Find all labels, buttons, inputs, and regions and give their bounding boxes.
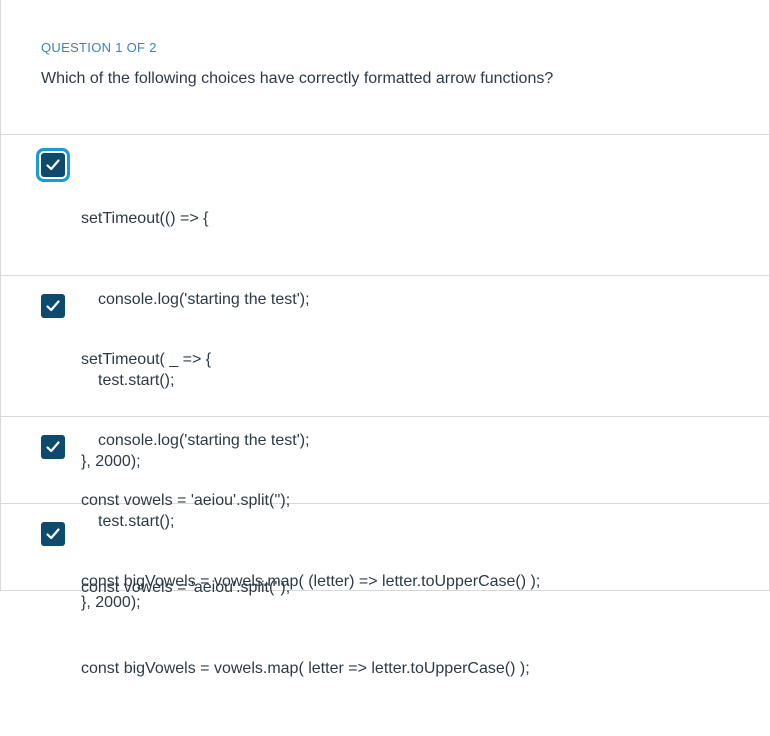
checkmark-icon [46,441,60,453]
choice-checkbox-3[interactable] [41,435,65,459]
choice-option-4[interactable]: const vowels = 'aeiou'.split(''); const … [1,504,769,677]
code-line: setTimeout(() => { [81,210,209,227]
question-number: QUESTION 1 OF 2 [41,40,157,55]
choice-option-2[interactable]: setTimeout( _ => { console.log('starting… [1,276,769,611]
checkmark-icon [46,300,60,312]
choice-option-1[interactable]: setTimeout(() => { console.log('starting… [1,135,769,470]
code-line: const bigVowels = vowels.map( letter => … [81,660,530,677]
choice-option-3[interactable]: const vowels = 'aeiou'.split(''); const … [1,417,769,590]
choice-checkbox-1[interactable] [41,153,65,177]
checkmark-icon [46,528,60,540]
choice-checkbox-2[interactable] [41,294,65,318]
choice-checkbox-4[interactable] [41,522,65,546]
quiz-card: QUESTION 1 OF 2 Which of the following c… [0,0,770,677]
code-line: const vowels = 'aeiou'.split(''); [81,579,291,596]
choice-code-4: const vowels = 'aeiou'.split(''); const … [81,520,530,736]
code-line: setTimeout( _ => { [81,351,212,368]
question-text: Which of the following choices have corr… [41,70,554,87]
question-header: QUESTION 1 OF 2 Which of the following c… [1,0,769,135]
checkmark-icon [46,159,60,171]
